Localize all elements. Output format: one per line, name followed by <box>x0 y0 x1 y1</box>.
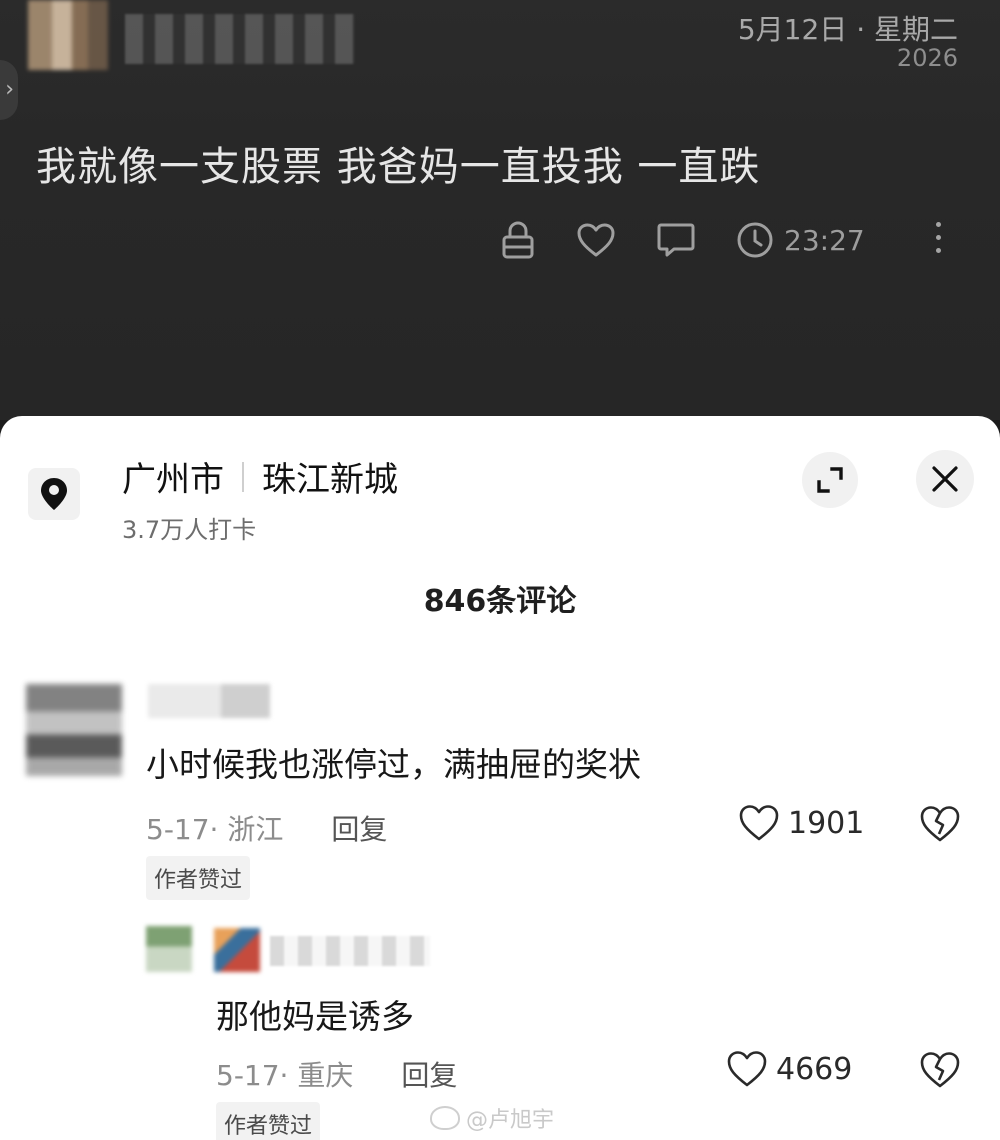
watermark-text: @卢旭宇 <box>466 1108 555 1133</box>
location-area: 珠江新城 <box>262 460 398 500</box>
reply-like-button[interactable]: 4669 <box>726 1050 852 1088</box>
poster-avatar[interactable] <box>28 0 108 70</box>
heart-icon <box>739 805 779 841</box>
comment-text: 小时候我也涨停过，满抽屉的奖状 <box>146 745 641 784</box>
clock-icon <box>737 222 773 258</box>
post-card: › 5月12日 · 星期二 2026 我就像一支股票 我爸妈一直投我 一直跌 2… <box>0 0 1000 420</box>
lock-button[interactable] <box>500 220 536 260</box>
author-liked-badge: 作者赞过 <box>146 856 251 900</box>
lock-icon <box>502 221 534 259</box>
weibo-watermark: @卢旭宇 <box>430 1102 554 1134</box>
reply-button[interactable]: 回复 <box>401 1054 457 1094</box>
commenter-name-blurred <box>148 684 270 718</box>
like-count: 1901 <box>788 805 865 841</box>
location-city: 广州市 <box>122 460 224 500</box>
close-icon <box>932 466 958 492</box>
location-separator <box>242 461 244 492</box>
comments-count: 846条评论 <box>423 584 577 619</box>
comments-sheet: 广州市 珠江新城 3.7万人打卡 846条评论 小时候我也涨停过，满抽屉的奖状 … <box>0 416 1000 1140</box>
reply-dislike-button[interactable] <box>918 1050 962 1090</box>
side-arrow-icon[interactable]: › <box>0 60 18 120</box>
post-year: 2026 <box>896 44 958 72</box>
location-pin-icon <box>41 478 67 510</box>
more-icon[interactable] <box>934 222 942 258</box>
close-button[interactable] <box>916 450 974 508</box>
reply-commenter-name-blurred <box>214 928 430 972</box>
screen: › 5月12日 · 星期二 2026 我就像一支股票 我爸妈一直投我 一直跌 2… <box>0 0 1000 1140</box>
heart-icon <box>727 1051 767 1087</box>
reply-comment-text: 那他妈是诱多 <box>216 997 414 1036</box>
reply-comment-meta: 5-17· 重庆 回复 <box>216 1054 457 1094</box>
expand-button[interactable] <box>802 452 858 508</box>
comment-meta: 5-17· 浙江 回复 <box>146 808 387 848</box>
post-time: 23:27 <box>784 223 865 257</box>
comment-post-button[interactable] <box>656 221 696 259</box>
like-count: 4669 <box>776 1051 853 1087</box>
comment-dislike-button[interactable] <box>918 804 962 844</box>
location-pin-button[interactable] <box>28 468 80 520</box>
broken-heart-icon <box>920 806 960 842</box>
post-date: 5月12日 · 星期二 <box>737 13 958 46</box>
broken-heart-icon <box>920 1052 960 1088</box>
like-post-button[interactable] <box>576 222 616 258</box>
poster-name-blurred <box>125 14 355 64</box>
weibo-logo-icon <box>430 1106 460 1130</box>
author-liked-badge: 作者赞过 <box>216 1102 321 1140</box>
location-checkins: 3.7万人打卡 <box>122 516 257 544</box>
comment-icon <box>657 223 695 257</box>
commenter-avatar[interactable] <box>26 684 122 776</box>
heart-icon <box>577 223 615 257</box>
post-text: 我就像一支股票 我爸妈一直投我 一直跌 <box>36 144 761 190</box>
post-actions: 23:27 <box>500 218 905 262</box>
reply-date-location: 5-17· 重庆 <box>216 1059 354 1092</box>
location-title[interactable]: 广州市 珠江新城 <box>122 452 398 501</box>
reply-button[interactable]: 回复 <box>331 808 387 848</box>
comment-date-location: 5-17· 浙江 <box>146 813 284 846</box>
expand-icon <box>817 467 843 493</box>
reply-commenter-avatar[interactable] <box>146 926 192 972</box>
comment-like-button[interactable]: 1901 <box>738 804 864 842</box>
post-time-group: 23:27 <box>736 221 865 259</box>
